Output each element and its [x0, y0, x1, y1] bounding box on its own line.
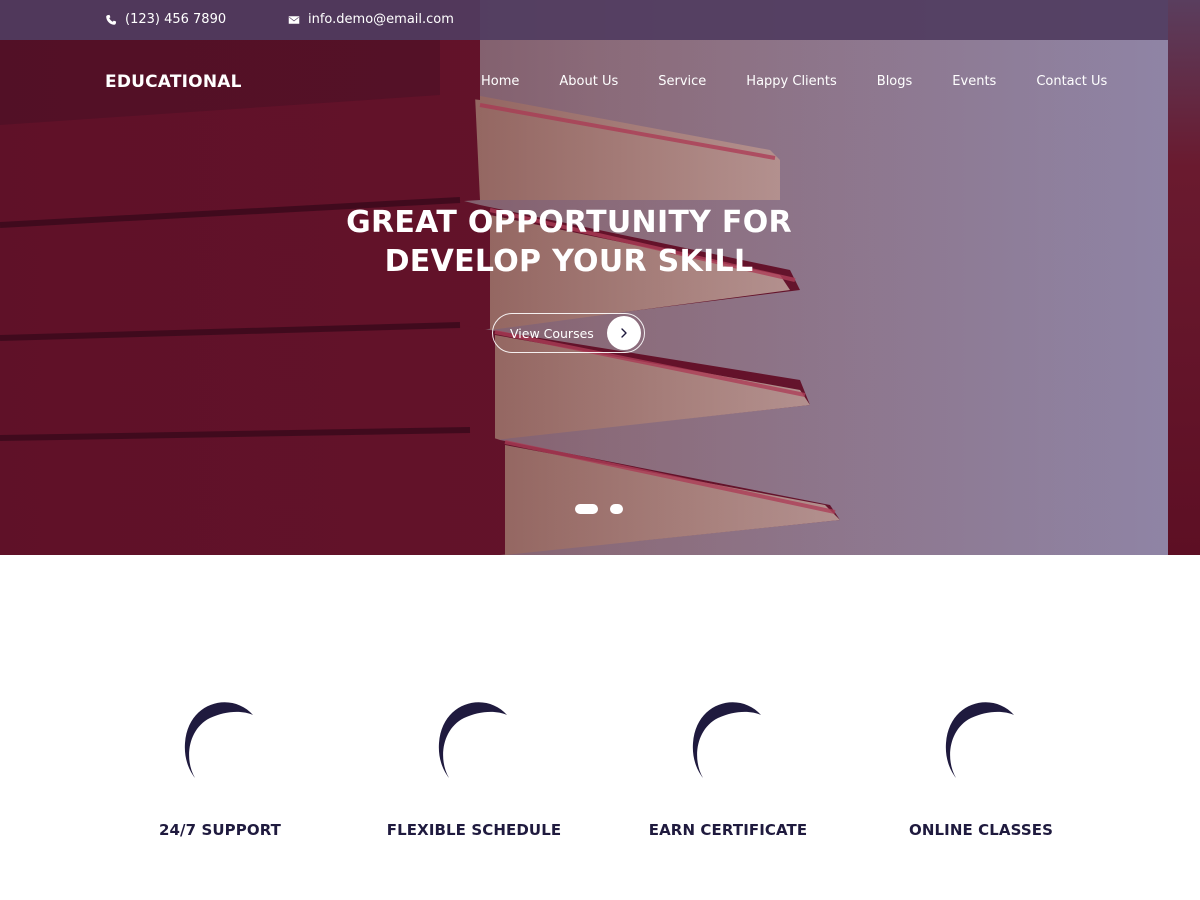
features-section: 24/7 SUPPORT FLEXIBLE SCHEDULE EARN CERT…	[0, 555, 1200, 900]
hero-banner: (123) 456 7890 info.demo@email.com EDUCA…	[0, 0, 1200, 555]
nav-home[interactable]: Home	[481, 74, 519, 89]
support-icon	[184, 702, 253, 778]
nav-events[interactable]: Events	[952, 74, 996, 89]
phone-number: (123) 456 7890	[125, 12, 227, 27]
nav-clients[interactable]: Happy Clients	[746, 74, 836, 89]
certificate-icon	[692, 702, 761, 778]
site-logo[interactable]: EDUCATIONAL	[105, 72, 242, 92]
feature-title: ONLINE CLASSES	[908, 821, 1054, 839]
headline-line-2: DEVELOP YOUR SKILL	[384, 244, 754, 279]
view-courses-label: View Courses	[510, 325, 594, 341]
phone-icon	[106, 14, 117, 25]
feature-title: FLEXIBLE SCHEDULE	[386, 821, 562, 839]
envelope-icon	[288, 15, 300, 24]
online-classes-icon	[945, 702, 1014, 778]
hero-right-edge	[1168, 0, 1200, 555]
contact-phone[interactable]: (123) 456 7890	[105, 12, 226, 27]
nav-about[interactable]: About Us	[559, 74, 618, 89]
hero-headline: GREAT OPPORTUNITY FOR DEVELOP YOUR SKILL	[0, 203, 1138, 281]
slider-dot-2[interactable]	[610, 504, 623, 514]
view-courses-button[interactable]: View Courses	[492, 313, 645, 353]
nav-blogs[interactable]: Blogs	[877, 74, 913, 89]
nav-contact[interactable]: Contact Us	[1036, 74, 1107, 89]
email-address: info.demo@email.com	[308, 12, 454, 27]
feature-support: 24/7 SUPPORT	[110, 693, 330, 839]
top-bar: (123) 456 7890 info.demo@email.com	[0, 0, 1168, 40]
slider-dots	[575, 504, 623, 514]
feature-title: 24/7 SUPPORT	[158, 821, 282, 839]
feature-certificate: EARN CERTIFICATE	[618, 693, 838, 839]
main-nav: Home About Us Service Happy Clients Blog…	[481, 74, 1107, 89]
contact-email[interactable]: info.demo@email.com	[288, 12, 454, 27]
slider-dot-1[interactable]	[575, 504, 598, 514]
schedule-icon	[438, 702, 507, 778]
feature-online-classes: ONLINE CLASSES	[871, 693, 1091, 839]
nav-service[interactable]: Service	[658, 74, 706, 89]
feature-schedule: FLEXIBLE SCHEDULE	[364, 693, 584, 839]
headline-line-1: GREAT OPPORTUNITY FOR	[346, 205, 792, 240]
chevron-right-icon	[607, 316, 641, 350]
feature-title: EARN CERTIFICATE	[648, 821, 808, 839]
